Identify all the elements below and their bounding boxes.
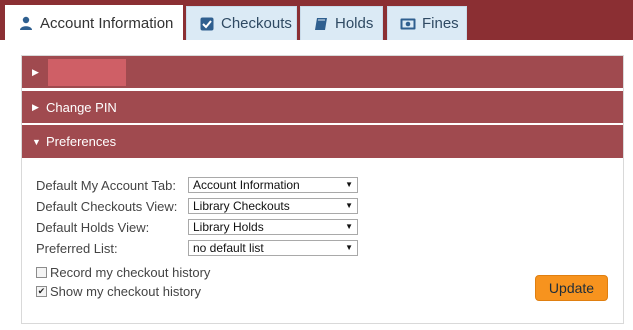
default-tab-label: Default My Account Tab: — [36, 177, 176, 193]
accordion-header-change-pin[interactable]: ▶ Change PIN — [22, 91, 623, 123]
accordion-header-account[interactable]: ▶ — [22, 56, 623, 88]
tab-label: Account Information — [40, 14, 174, 32]
tab-label: Holds — [335, 15, 374, 32]
checkouts-view-value: Library Checkouts — [193, 199, 290, 213]
checkbox-icon — [199, 16, 215, 32]
caret-right-icon: ▶ — [32, 101, 39, 112]
holds-view-label: Default Holds View: — [36, 219, 150, 235]
dropdown-arrow-icon: ▼ — [345, 243, 353, 252]
accordion-header-label: Change PIN — [46, 99, 117, 115]
preferred-list-label: Preferred List: — [36, 240, 118, 256]
tab-fines[interactable]: Fines — [387, 6, 467, 40]
holds-view-row: Default Holds View: Library Holds ▼ — [36, 218, 358, 236]
tab-account-information[interactable]: Account Information — [5, 5, 183, 40]
tab-holds[interactable]: Holds — [300, 6, 383, 40]
record-history-option: Record my checkout history — [36, 265, 210, 280]
redacted-block — [48, 59, 126, 86]
checkouts-view-select[interactable]: Library Checkouts ▼ — [188, 198, 358, 214]
user-icon — [18, 15, 34, 31]
dropdown-arrow-icon: ▼ — [345, 201, 353, 210]
default-tab-value: Account Information — [193, 178, 300, 192]
book-icon — [313, 16, 329, 32]
record-history-checkbox[interactable] — [36, 267, 47, 278]
dropdown-arrow-icon: ▼ — [345, 180, 353, 189]
caret-right-icon: ▶ — [32, 66, 39, 77]
preferred-list-row: Preferred List: no default list ▼ — [36, 239, 358, 257]
default-tab-row: Default My Account Tab: Account Informat… — [36, 176, 358, 194]
accordion-header-preferences[interactable]: ▼ Preferences — [22, 125, 623, 158]
tab-checkouts[interactable]: Checkouts — [186, 6, 297, 40]
record-history-label: Record my checkout history — [50, 265, 211, 280]
accordion-header-label: Preferences — [46, 134, 117, 149]
default-tab-select[interactable]: Account Information ▼ — [188, 177, 358, 193]
tab-bar: Account Information Checkouts Holds Fine… — [0, 0, 633, 40]
checkouts-view-row: Default Checkouts View: Library Checkout… — [36, 197, 358, 215]
show-history-label: Show my checkout history — [50, 284, 202, 299]
account-panel: ▶ ▶ Change PIN ▼ Preferences Default My … — [21, 55, 624, 324]
dropdown-arrow-icon: ▼ — [345, 222, 353, 231]
money-icon — [400, 16, 416, 32]
tab-label: Checkouts — [221, 15, 292, 32]
tab-label: Fines — [422, 15, 459, 32]
holds-view-select[interactable]: Library Holds ▼ — [188, 219, 358, 235]
show-history-checkbox[interactable]: ✔ — [36, 286, 47, 297]
checkouts-view-label: Default Checkouts View: — [36, 198, 178, 214]
preferred-list-value: no default list — [193, 241, 264, 255]
caret-down-icon: ▼ — [32, 136, 41, 147]
holds-view-value: Library Holds — [193, 220, 264, 234]
update-button[interactable]: Update — [535, 275, 608, 301]
preferred-list-select[interactable]: no default list ▼ — [188, 240, 358, 256]
show-history-option: ✔ Show my checkout history — [36, 284, 201, 299]
